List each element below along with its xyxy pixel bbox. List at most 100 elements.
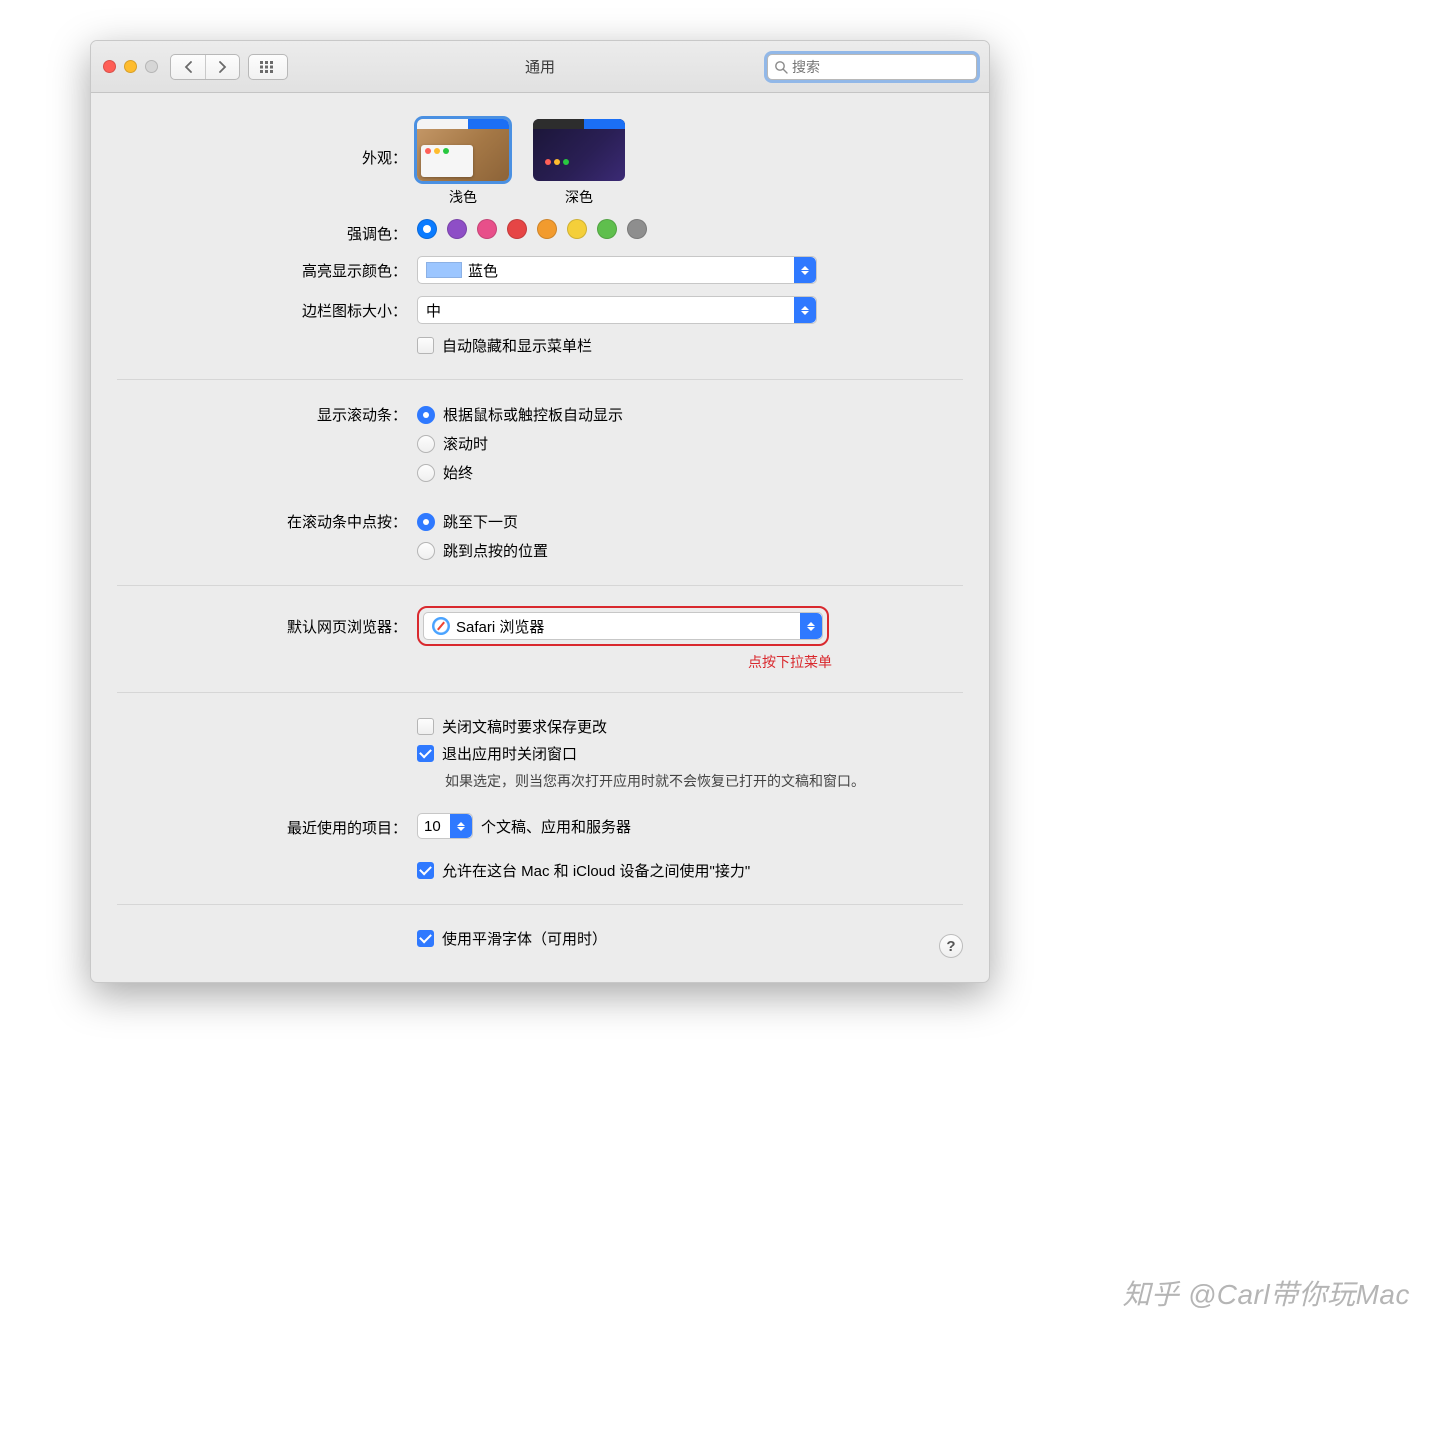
scrollbars-row: 显示滚动条： 根据鼠标或触控板自动显示 滚动时 始终 bbox=[117, 394, 963, 493]
scrollbars-label: 显示滚动条： bbox=[117, 400, 417, 425]
appearance-light-option[interactable]: 浅色 bbox=[417, 119, 509, 207]
close-windows-note: 如果选定，则当您再次打开应用时就不会恢复已打开的文稿和窗口。 bbox=[417, 767, 963, 795]
accent-color-option[interactable] bbox=[567, 219, 587, 239]
accent-color-option[interactable] bbox=[537, 219, 557, 239]
checkbox-icon bbox=[417, 862, 434, 879]
help-button[interactable]: ? bbox=[939, 934, 963, 958]
handoff-label: 允许在这台 Mac 和 iCloud 设备之间使用"接力" bbox=[442, 860, 750, 881]
divider bbox=[117, 379, 963, 380]
close-windows-label: 退出应用时关闭窗口 bbox=[442, 743, 577, 764]
scroll-click-opt-spot-label: 跳到点按的位置 bbox=[443, 540, 548, 561]
highlight-value: 蓝色 bbox=[468, 260, 498, 281]
scroll-click-row: 在滚动条中点按： 跳至下一页 跳到点按的位置 bbox=[117, 501, 963, 571]
scroll-click-opt-spot[interactable]: 跳到点按的位置 bbox=[417, 536, 963, 565]
preferences-window: 通用 外观： 浅色 bbox=[90, 40, 990, 983]
annotation-highlight: Safari 浏览器 bbox=[417, 606, 829, 646]
zoom-window-button[interactable] bbox=[145, 60, 158, 73]
forward-button[interactable] bbox=[205, 55, 239, 79]
accent-color-option[interactable] bbox=[447, 219, 467, 239]
font-smoothing-label: 使用平滑字体（可用时） bbox=[442, 928, 607, 949]
appearance-row: 外观： 浅色 bbox=[117, 113, 963, 213]
scrollbars-opt-scrolling-label: 滚动时 bbox=[443, 433, 488, 454]
appearance-dark-thumb bbox=[533, 119, 625, 181]
accent-colors bbox=[417, 219, 963, 239]
back-button[interactable] bbox=[171, 55, 205, 79]
sidebar-size-row: 边栏图标大小： 中 自动隐藏和显示菜单栏 bbox=[117, 290, 963, 365]
highlight-label: 高亮显示颜色： bbox=[117, 256, 417, 281]
recent-items-value: 10 bbox=[424, 818, 441, 835]
recent-items-dropdown[interactable]: 10 bbox=[417, 813, 473, 839]
scrollbars-opt-scrolling[interactable]: 滚动时 bbox=[417, 429, 963, 458]
ask-save-checkbox[interactable]: 关闭文稿时要求保存更改 bbox=[417, 713, 963, 740]
annotation-text: 点按下拉菜单 bbox=[417, 652, 963, 672]
sidebar-size-value: 中 bbox=[426, 300, 441, 321]
accent-color-option[interactable] bbox=[417, 219, 437, 239]
scroll-click-opt-page[interactable]: 跳至下一页 bbox=[417, 507, 963, 536]
documents-label bbox=[117, 713, 417, 717]
chevron-right-icon bbox=[218, 61, 227, 73]
updown-icon bbox=[800, 613, 822, 639]
grid-icon bbox=[260, 61, 276, 73]
scroll-click-label: 在滚动条中点按： bbox=[117, 507, 417, 532]
accent-color-option[interactable] bbox=[477, 219, 497, 239]
auto-hide-menubar-checkbox[interactable]: 自动隐藏和显示菜单栏 bbox=[417, 332, 963, 359]
show-all-button[interactable] bbox=[248, 54, 288, 80]
window-controls bbox=[103, 60, 158, 73]
nav-segment bbox=[170, 54, 240, 80]
search-icon bbox=[774, 60, 788, 74]
default-browser-label: 默认网页浏览器： bbox=[117, 606, 417, 637]
recent-items-row: 最近使用的项目： 10 个文稿、应用和服务器 允许在这台 Mac 和 iClou… bbox=[117, 807, 963, 890]
radio-icon bbox=[417, 406, 435, 424]
font-smoothing-row: 使用平滑字体（可用时） bbox=[117, 919, 963, 958]
watermark: 知乎 @Carl带你玩Mac bbox=[1123, 1273, 1410, 1313]
checkbox-icon bbox=[417, 718, 434, 735]
accent-color-option[interactable] bbox=[627, 219, 647, 239]
content-area: 外观： 浅色 bbox=[91, 93, 989, 982]
radio-icon bbox=[417, 513, 435, 531]
accent-color-option[interactable] bbox=[597, 219, 617, 239]
safari-icon bbox=[432, 617, 450, 635]
auto-hide-menubar-label: 自动隐藏和显示菜单栏 bbox=[442, 335, 592, 356]
appearance-dark-label: 深色 bbox=[565, 187, 593, 207]
handoff-checkbox[interactable]: 允许在这台 Mac 和 iCloud 设备之间使用"接力" bbox=[417, 857, 963, 884]
documents-row: 关闭文稿时要求保存更改 退出应用时关闭窗口 如果选定，则当您再次打开应用时就不会… bbox=[117, 707, 963, 801]
updown-icon bbox=[794, 257, 816, 283]
divider bbox=[117, 904, 963, 905]
appearance-light-label: 浅色 bbox=[449, 187, 477, 207]
scroll-click-opt-page-label: 跳至下一页 bbox=[443, 511, 518, 532]
appearance-label: 外观： bbox=[117, 119, 417, 168]
ask-save-label: 关闭文稿时要求保存更改 bbox=[442, 716, 607, 737]
highlight-row: 高亮显示颜色： 蓝色 bbox=[117, 250, 963, 290]
search-input[interactable] bbox=[792, 59, 970, 75]
checkbox-icon bbox=[417, 930, 434, 947]
scrollbars-opt-always-label: 始终 bbox=[443, 462, 473, 483]
radio-icon bbox=[417, 435, 435, 453]
divider bbox=[117, 692, 963, 693]
appearance-light-thumb bbox=[417, 119, 509, 181]
recent-items-suffix: 个文稿、应用和服务器 bbox=[481, 816, 631, 837]
accent-color-option[interactable] bbox=[507, 219, 527, 239]
close-windows-checkbox[interactable]: 退出应用时关闭窗口 bbox=[417, 740, 963, 767]
radio-icon bbox=[417, 464, 435, 482]
radio-icon bbox=[417, 542, 435, 560]
divider bbox=[117, 585, 963, 586]
minimize-window-button[interactable] bbox=[124, 60, 137, 73]
scrollbars-opt-always[interactable]: 始终 bbox=[417, 458, 963, 487]
recent-items-label: 最近使用的项目： bbox=[117, 813, 417, 838]
default-browser-dropdown[interactable]: Safari 浏览器 bbox=[423, 612, 823, 640]
sidebar-size-label: 边栏图标大小： bbox=[117, 296, 417, 321]
font-smoothing-checkbox[interactable]: 使用平滑字体（可用时） bbox=[417, 925, 963, 952]
search-field[interactable] bbox=[767, 54, 977, 80]
checkbox-icon bbox=[417, 745, 434, 762]
updown-icon bbox=[450, 814, 472, 838]
appearance-dark-option[interactable]: 深色 bbox=[533, 119, 625, 207]
scrollbars-opt-auto[interactable]: 根据鼠标或触控板自动显示 bbox=[417, 400, 963, 429]
accent-label: 强调色： bbox=[117, 219, 417, 244]
chevron-left-icon bbox=[184, 61, 193, 73]
checkbox-icon bbox=[417, 337, 434, 354]
sidebar-size-dropdown[interactable]: 中 bbox=[417, 296, 817, 324]
default-browser-value: Safari 浏览器 bbox=[456, 616, 544, 637]
accent-row: 强调色： bbox=[117, 213, 963, 250]
highlight-dropdown[interactable]: 蓝色 bbox=[417, 256, 817, 284]
close-window-button[interactable] bbox=[103, 60, 116, 73]
